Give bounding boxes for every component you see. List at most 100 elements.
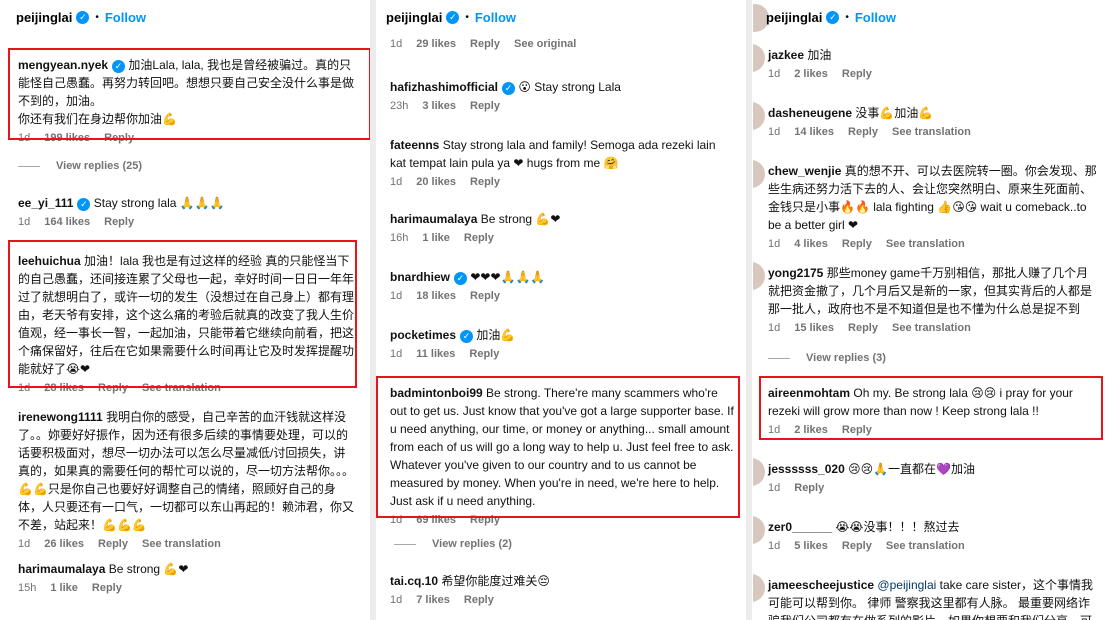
reply-button[interactable]: Reply — [464, 594, 494, 606]
likes-count[interactable]: 20 likes — [416, 176, 456, 188]
comment-text: 😮 Stay strong Lala — [518, 80, 621, 94]
reply-button[interactable]: Reply — [842, 540, 872, 552]
see-original-button[interactable]: See original — [514, 38, 576, 50]
likes-count[interactable]: 164 likes — [44, 216, 90, 228]
highlight-box — [8, 48, 370, 140]
likes-count[interactable]: 11 likes — [416, 348, 455, 360]
likes-count[interactable]: 7 likes — [416, 594, 450, 606]
comment-username[interactable]: harimaumalaya — [18, 562, 105, 576]
follow-button[interactable]: Follow — [475, 10, 516, 25]
likes-count[interactable]: 18 likes — [416, 290, 456, 302]
avatar[interactable] — [753, 516, 765, 544]
avatar[interactable] — [753, 44, 765, 72]
follow-button[interactable]: Follow — [105, 10, 146, 25]
comment-username[interactable]: ee_yi_111 — [18, 196, 73, 210]
avatar[interactable] — [753, 160, 765, 188]
header-username[interactable]: peijinglai — [386, 10, 442, 25]
likes-count[interactable]: 26 likes — [44, 538, 84, 550]
comment-time: 1d — [768, 482, 781, 494]
comment-time: 15h — [18, 582, 37, 594]
see-translation-button[interactable]: See translation — [886, 238, 965, 250]
comment-username[interactable]: hafizhashimofficial — [390, 80, 498, 94]
see-translation-button[interactable]: See translation — [892, 126, 971, 138]
follow-button[interactable]: Follow — [855, 10, 896, 25]
comment-username[interactable]: jameescheejustice — [768, 578, 874, 592]
avatar[interactable] — [753, 574, 765, 602]
comment-username[interactable]: yong2175 — [768, 266, 823, 280]
comment-username[interactable]: tai.cq.10 — [390, 574, 438, 588]
comment: bnardhiew ✓ ❤❤❤🙏🙏🙏 1d 18 likes Reply — [390, 268, 736, 302]
post-header: peijinglai ✓ • Follow — [753, 0, 1110, 34]
comment-time: 23h — [390, 100, 409, 112]
likes-count[interactable]: 29 likes — [416, 38, 456, 50]
likes-count[interactable]: 15 likes — [794, 322, 834, 334]
reply-button[interactable]: Reply — [848, 322, 878, 334]
mention-link[interactable]: @peijinglai — [877, 578, 936, 592]
comment-time: 1d — [390, 348, 403, 360]
comment-username[interactable]: chew_wenjie — [768, 164, 841, 178]
reply-button[interactable]: Reply — [470, 176, 500, 188]
reply-button[interactable]: Reply — [842, 238, 872, 250]
likes-count[interactable]: 2 likes — [794, 68, 828, 80]
header-username[interactable]: peijinglai — [766, 10, 822, 25]
view-replies-label: View replies (25) — [56, 160, 143, 172]
comment-text: 我明白你的感受，自己辛苦的血汗钱就这样没了。。妳要好好振作，因为还有很多后续的事… — [18, 410, 355, 532]
avatar[interactable] — [753, 262, 765, 290]
reply-button[interactable]: Reply — [470, 290, 500, 302]
view-replies-button[interactable]: View replies (25) — [18, 160, 142, 172]
comment-username[interactable]: zer0______ — [768, 520, 832, 534]
reply-button[interactable]: Reply — [470, 38, 500, 50]
comment-username[interactable]: dasheneugene — [768, 106, 852, 120]
comments-panel-1: peijinglai ✓ • Follow mengyean.nyek ✓ 加油L… — [0, 0, 370, 620]
comment-username[interactable]: irenewong1111 — [18, 410, 103, 424]
verified-badge-icon: ✓ — [454, 272, 468, 285]
comment-time: 1d — [768, 322, 781, 334]
likes-count[interactable]: 14 likes — [794, 126, 834, 138]
comment-text: Stay strong lala 🙏🙏🙏 — [93, 196, 225, 210]
avatar[interactable] — [753, 102, 765, 130]
comment: pocketimes ✓ 加油💪 1d 11 likes Reply — [390, 326, 736, 360]
highlight-box — [376, 376, 740, 518]
comment-username[interactable]: jazkee — [768, 48, 804, 62]
reply-button[interactable]: Reply — [92, 582, 122, 594]
comment-username[interactable]: bnardhiew — [390, 270, 450, 284]
see-translation-button[interactable]: See translation — [892, 322, 971, 334]
comment-time: 1d — [768, 68, 781, 80]
avatar[interactable] — [753, 458, 765, 486]
likes-count[interactable]: 1 like — [422, 232, 450, 244]
separator-dot: • — [845, 11, 849, 23]
comment-text: 😭😭没事！！！熬过去 — [835, 520, 960, 534]
comment-time: 1d — [390, 594, 403, 606]
comment: fateenns Stay strong lala and family! Se… — [390, 136, 732, 188]
verified-badge-icon: ✓ — [826, 10, 840, 24]
reply-button[interactable]: Reply — [104, 216, 134, 228]
view-replies-button[interactable]: View replies (3) — [768, 352, 886, 364]
comment-text: 加油 — [807, 48, 832, 62]
comment-username[interactable]: jessssss_020 — [768, 462, 845, 476]
comment-text: Be strong 💪❤ — [108, 562, 189, 576]
likes-count[interactable]: 1 like — [50, 582, 78, 594]
comments-panel-2: peijinglai ✓ • Follow 1d 29 likes Reply See… — [376, 0, 746, 620]
comment-username[interactable]: fateenns — [390, 138, 439, 152]
verified-badge-icon: ✓ — [77, 198, 91, 211]
reply-button[interactable]: Reply — [469, 348, 499, 360]
likes-count[interactable]: 4 likes — [794, 238, 828, 250]
reply-button[interactable]: Reply — [464, 232, 494, 244]
reply-button[interactable]: Reply — [98, 538, 128, 550]
see-translation-button[interactable]: See translation — [886, 540, 965, 552]
comment: jameescheejustice @peijinglai take care … — [768, 576, 1098, 620]
reply-button[interactable]: Reply — [470, 100, 500, 112]
comment-username[interactable]: harimaumalaya — [390, 212, 477, 226]
view-replies-button[interactable]: View replies (2) — [394, 538, 512, 550]
comment-username[interactable]: pocketimes — [390, 328, 456, 342]
comment-time: 1d — [390, 38, 403, 50]
reply-button[interactable]: Reply — [842, 68, 872, 80]
comment-text: Be strong 💪❤ — [480, 212, 561, 226]
reply-button[interactable]: Reply — [794, 482, 824, 494]
reply-button[interactable]: Reply — [848, 126, 878, 138]
comment: hafizhashimofficial ✓ 😮 Stay strong Lala … — [390, 78, 736, 112]
header-username[interactable]: peijinglai — [16, 10, 72, 25]
likes-count[interactable]: 3 likes — [422, 100, 456, 112]
see-translation-button[interactable]: See translation — [142, 538, 221, 550]
likes-count[interactable]: 5 likes — [794, 540, 828, 552]
